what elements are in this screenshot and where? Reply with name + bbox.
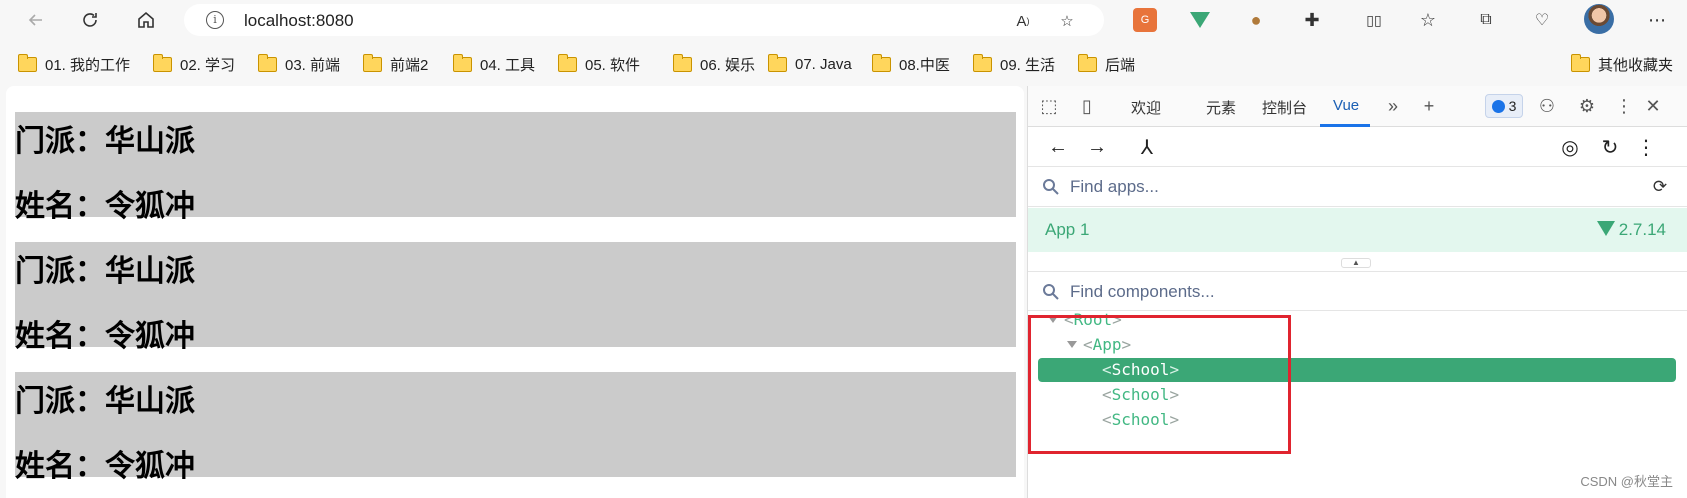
annotation-highlight-box xyxy=(1028,315,1291,454)
select-component-target-icon[interactable]: ◎ xyxy=(1558,135,1582,159)
folder-icon xyxy=(871,53,891,72)
school-block: 门派：华山派 姓名：令狐冲 xyxy=(15,372,1016,484)
find-apps-row: ⟳ xyxy=(1028,167,1687,207)
collections-icon[interactable]: ⧉ xyxy=(1474,8,1498,32)
bookmark-folder[interactable]: 03. 前端 xyxy=(257,52,340,76)
back-arrow-icon[interactable]: ← xyxy=(1046,135,1070,159)
app-name: App 1 xyxy=(1045,220,1090,239)
home-button[interactable] xyxy=(132,6,160,34)
component-tree-icon[interactable]: ⅄ xyxy=(1135,135,1159,159)
customize-icon[interactable]: ⚇ xyxy=(1536,95,1558,117)
watermark: CSDN @秋堂主 xyxy=(1580,474,1673,489)
bookmark-folder[interactable]: 09. 生活 xyxy=(972,52,1055,76)
bookmark-folder[interactable]: 01. 我的工作 xyxy=(17,52,130,76)
school-name-heading: 门派：华山派 xyxy=(15,254,195,289)
cookie-extension-icon[interactable]: ● xyxy=(1244,8,1268,32)
back-arrow-icon xyxy=(28,14,42,26)
device-emulation-icon[interactable]: ▯ xyxy=(1076,95,1098,117)
folder-icon xyxy=(17,53,37,72)
school-name-heading: 门派：华山派 xyxy=(15,124,195,159)
find-components-input[interactable] xyxy=(1070,278,1630,306)
favorite-star-icon[interactable]: ☆ xyxy=(1056,10,1078,32)
back-button[interactable] xyxy=(22,6,50,34)
vue-version: 2.7.14 xyxy=(1596,220,1666,240)
bookmark-folder[interactable]: 04. 工具 xyxy=(452,52,535,76)
vue-logo-icon xyxy=(1596,221,1615,236)
bookmark-folder[interactable]: 07. Java xyxy=(767,52,852,76)
home-icon xyxy=(138,11,154,28)
tab-console[interactable]: 控制台 xyxy=(1262,97,1307,118)
bookmarks-bar: 01. 我的工作 02. 学习 03. 前端 前端2 04. 工具 05. 软件… xyxy=(0,48,1687,78)
more-tabs-chevron-icon[interactable]: » xyxy=(1382,95,1404,117)
folder-icon xyxy=(972,53,992,72)
inspect-element-icon[interactable]: ⬚ xyxy=(1038,95,1060,117)
address-text[interactable]: localhost:8080 xyxy=(244,11,354,31)
search-icon xyxy=(1043,179,1059,195)
folder-icon xyxy=(767,53,787,72)
folder-icon xyxy=(557,53,577,72)
school-name-heading: 门派：华山派 xyxy=(15,384,195,419)
bookmark-folder[interactable]: 前端2 xyxy=(362,52,428,76)
extensions-puzzle-icon[interactable]: ✚ xyxy=(1300,8,1324,32)
settings-gear-icon[interactable]: ⚙ xyxy=(1576,95,1598,117)
bookmark-folder[interactable]: 06. 娱乐 xyxy=(672,52,755,76)
app-list-item[interactable]: App 1 2.7.14 xyxy=(1028,208,1687,252)
bookmark-folder[interactable]: 02. 学习 xyxy=(152,52,235,76)
add-tab-plus-icon[interactable]: + xyxy=(1418,95,1440,117)
vue-devtools-extension-icon[interactable] xyxy=(1190,8,1214,32)
browser-essentials-icon[interactable]: ♡ xyxy=(1530,8,1554,32)
forward-arrow-icon[interactable]: → xyxy=(1085,135,1109,159)
browser-toolbar: i localhost:8080 A) ☆ G ● ✚ ▯▯ ☆ ⧉ ♡ ⋯ xyxy=(0,0,1687,40)
page-viewport: 门派：华山派 姓名：令狐冲 门派：华山派 姓名：令狐冲 门派：华山派 姓名：令狐… xyxy=(6,86,1024,498)
read-aloud-icon[interactable]: A) xyxy=(1012,10,1034,32)
folder-icon xyxy=(257,53,277,72)
folder-icon xyxy=(362,53,382,72)
tab-elements[interactable]: 元素 xyxy=(1206,97,1236,118)
folder-icon xyxy=(1570,53,1590,72)
more-options-icon[interactable]: ⋮ xyxy=(1613,95,1635,117)
split-screen-icon[interactable]: ▯▯ xyxy=(1362,8,1386,32)
find-apps-input[interactable] xyxy=(1070,173,1630,201)
bookmark-folder[interactable]: 05. 软件 xyxy=(557,52,640,76)
folder-icon xyxy=(152,53,172,72)
tab-vue[interactable]: Vue xyxy=(1333,97,1359,114)
refresh-icon[interactable]: ↻ xyxy=(1598,135,1622,159)
sync-icon[interactable]: ⟳ xyxy=(1648,175,1672,199)
student-name-heading: 姓名：令狐冲 xyxy=(15,319,195,354)
profile-avatar[interactable] xyxy=(1584,4,1614,34)
find-components-row xyxy=(1028,271,1687,311)
folder-icon xyxy=(672,53,692,72)
folder-icon xyxy=(1077,53,1097,72)
bookmark-folder[interactable]: 后端 xyxy=(1077,52,1135,76)
folder-icon xyxy=(452,53,472,72)
translate-extension-icon[interactable]: G xyxy=(1133,8,1157,32)
other-bookmarks-folder[interactable]: 其他收藏夹 xyxy=(1570,52,1673,76)
student-name-heading: 姓名：令狐冲 xyxy=(15,449,195,484)
devtools-tab-bar: ⬚ ▯ 欢迎 元素 控制台 Vue » + 3 ⚇ ⚙ ⋮ ✕ xyxy=(1028,86,1687,127)
site-info-icon[interactable]: i xyxy=(206,11,224,29)
reload-button[interactable] xyxy=(76,6,104,34)
favorites-icon[interactable]: ☆ xyxy=(1416,8,1440,32)
more-options-icon[interactable]: ⋮ xyxy=(1634,135,1658,159)
reload-icon xyxy=(83,13,97,27)
issues-icon xyxy=(1491,99,1505,113)
school-block: 门派：华山派 姓名：令狐冲 xyxy=(15,112,1016,224)
search-icon xyxy=(1043,284,1059,300)
student-name-heading: 姓名：令狐冲 xyxy=(15,189,195,224)
vue-toolbar: ← → ⅄ ◎ ↻ ⋮ xyxy=(1028,127,1687,167)
tab-welcome[interactable]: 欢迎 xyxy=(1131,97,1161,118)
issues-badge[interactable]: 3 xyxy=(1485,94,1523,118)
address-bar[interactable]: i localhost:8080 A) ☆ xyxy=(184,4,1104,36)
collapse-handle-icon[interactable]: ▲ xyxy=(1341,258,1371,268)
school-block: 门派：华山派 姓名：令狐冲 xyxy=(15,242,1016,354)
close-devtools-icon[interactable]: ✕ xyxy=(1642,95,1664,117)
bookmark-folder[interactable]: 08.中医 xyxy=(871,52,950,76)
more-menu-icon[interactable]: ⋯ xyxy=(1645,8,1669,32)
